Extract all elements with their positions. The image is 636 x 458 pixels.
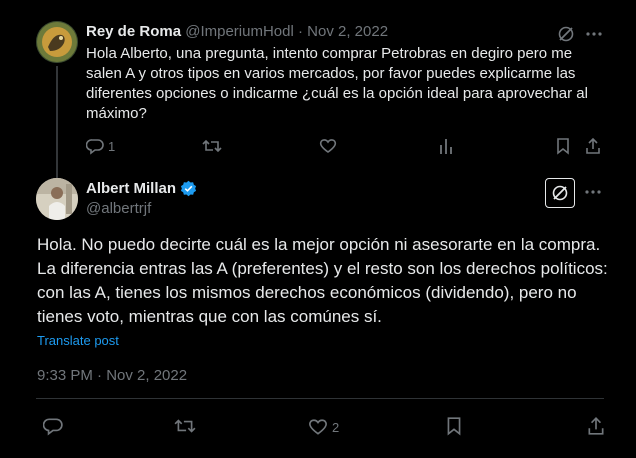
retweet-icon bbox=[202, 137, 222, 155]
avatar[interactable] bbox=[36, 21, 78, 63]
like-count: 2 bbox=[332, 419, 340, 435]
tweet-date[interactable]: Nov 2, 2022 bbox=[307, 23, 388, 40]
tweet-timestamp[interactable]: 9:33 PM · Nov 2, 2022 bbox=[37, 367, 187, 384]
share-icon bbox=[586, 416, 606, 436]
bookmark-icon bbox=[555, 137, 571, 155]
share-button[interactable] bbox=[584, 137, 602, 155]
retweet-button[interactable] bbox=[202, 137, 222, 155]
author-name[interactable]: Albert Millan bbox=[86, 180, 176, 197]
like-button[interactable] bbox=[319, 137, 337, 155]
views-button[interactable] bbox=[438, 137, 454, 155]
separator: · bbox=[297, 23, 303, 40]
more-icon[interactable] bbox=[585, 185, 601, 199]
tweet-text: Hola. No puedo decirte cuál es la mejor … bbox=[37, 235, 608, 326]
grok-icon[interactable] bbox=[557, 25, 575, 43]
bookmark-icon bbox=[445, 416, 463, 436]
reply-button[interactable] bbox=[43, 416, 63, 436]
reply-count: 1 bbox=[108, 138, 116, 154]
avatar[interactable] bbox=[36, 178, 78, 220]
bookmark-button[interactable] bbox=[445, 416, 463, 436]
like-icon bbox=[319, 137, 337, 155]
verified-badge-icon[interactable] bbox=[180, 180, 197, 197]
author-handle[interactable]: @albertrjf bbox=[86, 200, 151, 217]
grok-button[interactable] bbox=[545, 178, 575, 208]
views-icon bbox=[438, 137, 454, 155]
translate-link[interactable]: Translate post bbox=[37, 333, 119, 348]
reply-icon bbox=[86, 137, 104, 155]
share-button[interactable] bbox=[586, 416, 606, 436]
author-name[interactable]: Rey de Roma bbox=[86, 23, 181, 40]
author-name-row: Albert Millan bbox=[86, 180, 197, 197]
reply-button[interactable]: 1 bbox=[86, 137, 115, 155]
tweet-header: Rey de Roma @ImperiumHodl · Nov 2, 2022 bbox=[86, 23, 388, 40]
action-bar: 2 bbox=[36, 414, 606, 440]
action-bar: 1 bbox=[80, 135, 610, 159]
retweet-button[interactable] bbox=[174, 416, 196, 436]
like-icon bbox=[308, 417, 328, 437]
thread-line bbox=[56, 66, 58, 178]
share-icon bbox=[584, 137, 602, 155]
divider bbox=[36, 398, 604, 399]
bookmark-button[interactable] bbox=[555, 137, 571, 155]
more-icon[interactable] bbox=[586, 27, 602, 41]
author-handle[interactable]: @ImperiumHodl bbox=[185, 23, 294, 40]
like-button[interactable]: 2 bbox=[308, 417, 339, 437]
tweet-text: Hola Alberto, una pregunta, intento comp… bbox=[86, 45, 588, 122]
retweet-icon bbox=[174, 416, 196, 436]
grok-icon bbox=[551, 184, 569, 202]
reply-icon bbox=[43, 416, 63, 436]
